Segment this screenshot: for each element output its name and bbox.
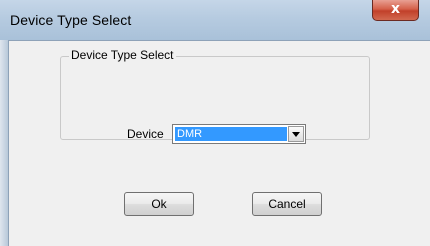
- groupbox-legend: Device Type Select: [69, 48, 176, 62]
- device-label: Device: [127, 127, 164, 141]
- window-title: Device Type Select: [10, 12, 132, 28]
- close-icon: x: [390, 1, 401, 17]
- ok-button[interactable]: Ok: [124, 192, 194, 216]
- device-select[interactable]: DMR: [172, 124, 306, 144]
- title-bar[interactable]: Device Type Select x: [0, 0, 430, 40]
- close-button[interactable]: x: [372, 0, 419, 21]
- device-select-value[interactable]: DMR: [175, 127, 287, 141]
- cancel-button[interactable]: Cancel: [252, 192, 322, 216]
- device-type-dialog: Device Type Select x Device Type Select …: [0, 0, 430, 246]
- chevron-down-icon[interactable]: [288, 126, 304, 142]
